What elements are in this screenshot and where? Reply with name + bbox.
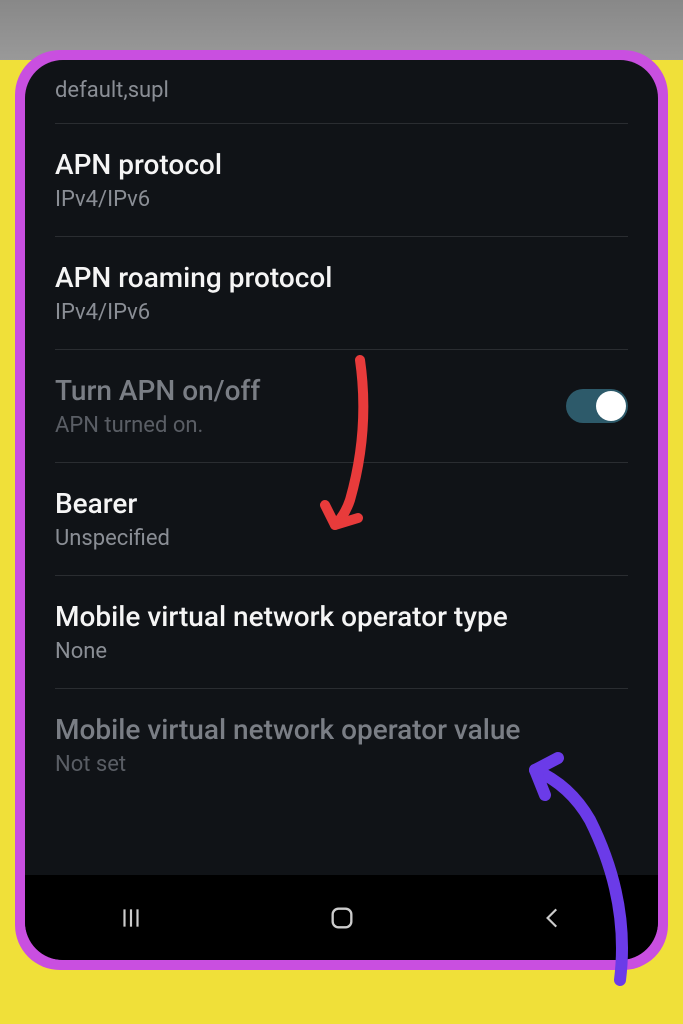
setting-title: APN protocol	[55, 148, 628, 181]
device-frame: default,supl APN protocol IPv4/IPv6 APN …	[15, 50, 668, 970]
setting-value: Unspecified	[55, 526, 628, 551]
toggle-knob	[596, 391, 626, 421]
setting-apn-type[interactable]: default,supl	[55, 60, 628, 124]
setting-title: Bearer	[55, 487, 628, 520]
home-button[interactable]	[312, 898, 372, 938]
apn-settings-list: default,supl APN protocol IPv4/IPv6 APN …	[25, 60, 658, 875]
phone-screen: default,supl APN protocol IPv4/IPv6 APN …	[25, 60, 658, 960]
apn-toggle-switch[interactable]	[566, 389, 628, 423]
setting-mvno-value[interactable]: Mobile virtual network operator value No…	[55, 689, 628, 801]
setting-apn-protocol[interactable]: APN protocol IPv4/IPv6	[55, 124, 628, 237]
setting-title: APN roaming protocol	[55, 261, 628, 294]
android-nav-bar	[25, 875, 658, 960]
setting-value: default,supl	[55, 78, 628, 103]
setting-title: Mobile virtual network operator value	[55, 713, 628, 746]
back-button[interactable]	[523, 898, 583, 938]
setting-value: Not set	[55, 752, 628, 777]
setting-value: APN turned on.	[55, 413, 566, 438]
recents-button[interactable]	[101, 898, 161, 938]
setting-value: None	[55, 639, 628, 664]
setting-value: IPv4/IPv6	[55, 300, 628, 325]
setting-mvno-type[interactable]: Mobile virtual network operator type Non…	[55, 576, 628, 689]
setting-value: IPv4/IPv6	[55, 187, 628, 212]
setting-apn-on-off[interactable]: Turn APN on/off APN turned on.	[55, 350, 628, 463]
setting-title: Turn APN on/off	[55, 374, 566, 407]
setting-title: Mobile virtual network operator type	[55, 600, 628, 633]
setting-bearer[interactable]: Bearer Unspecified	[55, 463, 628, 576]
setting-apn-roaming-protocol[interactable]: APN roaming protocol IPv4/IPv6	[55, 237, 628, 350]
